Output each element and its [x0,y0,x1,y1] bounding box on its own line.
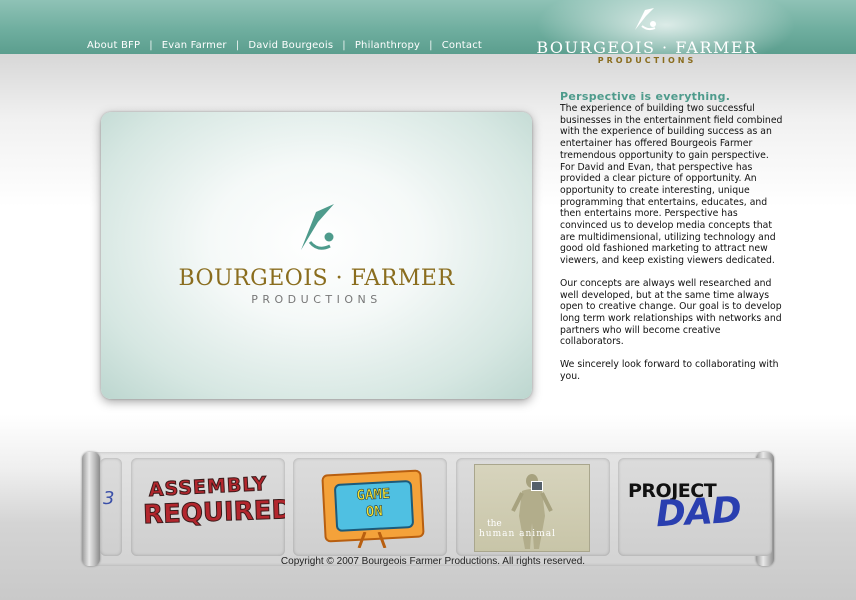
brand-logo[interactable]: BOURGEOIS · FARMER PRODUCTIONS [530,4,764,66]
nav-contact[interactable]: Contact [442,40,482,51]
gallery-tile-assembly-required[interactable]: ASSEMBLY REQUIRED [131,458,285,556]
nav-about-bfp[interactable]: About BFP [87,40,140,51]
intro-heading: Perspective is everything. [560,90,731,103]
game-on-text: GAME ON [336,485,412,523]
assembly-line-2: REQUIRED [142,495,285,531]
brand-name: BOURGEOIS · FARMER [536,38,758,57]
human-animal-title: human animal [479,529,556,539]
hero-brand-sub: PRODUCTIONS [251,293,382,306]
human-animal-poster: the human animal [474,464,590,552]
partial-tile-glyph: 3 [103,488,115,509]
gallery-tile-project-dad[interactable]: PROJECT DAD [618,458,772,556]
game-on-line-2: ON [365,503,384,521]
project-dad-line-2: DAD [654,489,742,536]
intro-paragraph-3: We sincerely look forward to collaborati… [560,359,779,382]
human-animal-the: the [487,519,502,529]
swoosh-figure-icon [301,204,334,250]
swoosh-figure-icon [635,8,656,31]
project-dad-logo: PROJECT DAD [628,476,768,546]
tv-legs-icon [357,532,387,548]
copyright-text: Copyright © 2007 Bourgeois Farmer Produc… [280,556,586,567]
intro-paragraph-2: Our concepts are always well researched … [560,277,782,348]
intro-text: Perspective is everything. The experienc… [560,90,785,393]
gallery-tile-game-on[interactable]: GAME ON [293,458,447,556]
brand-sub: PRODUCTIONS [597,56,697,65]
nav-david-bourgeois[interactable]: David Bourgeois [248,40,333,51]
nav-separator: | [235,40,240,51]
main-nav: About BFP | Evan Farmer | David Bourgeoi… [87,40,482,51]
nav-separator: | [342,40,346,51]
poster-badge [531,481,543,491]
tv-screen: GAME ON [333,479,415,532]
nav-evan-farmer[interactable]: Evan Farmer [162,40,227,51]
assembly-required-logo: ASSEMBLY REQUIRED [142,472,285,531]
gallery-tile-partial[interactable]: 3 [100,458,122,556]
nav-separator: | [429,40,433,51]
nav-philanthropy[interactable]: Philanthropy [355,40,420,51]
hero-brand-name: BOURGEOIS · FARMER [178,266,455,291]
scroll-left-icon[interactable] [82,452,100,566]
game-on-logo: GAME ON [321,466,425,554]
intro-paragraph-1: The experience of building two successfu… [560,103,783,267]
gallery-tile-human-animal[interactable]: the human animal [456,458,610,556]
hero-card: BOURGEOIS · FARMER PRODUCTIONS [101,112,532,399]
nav-separator: | [149,40,153,51]
